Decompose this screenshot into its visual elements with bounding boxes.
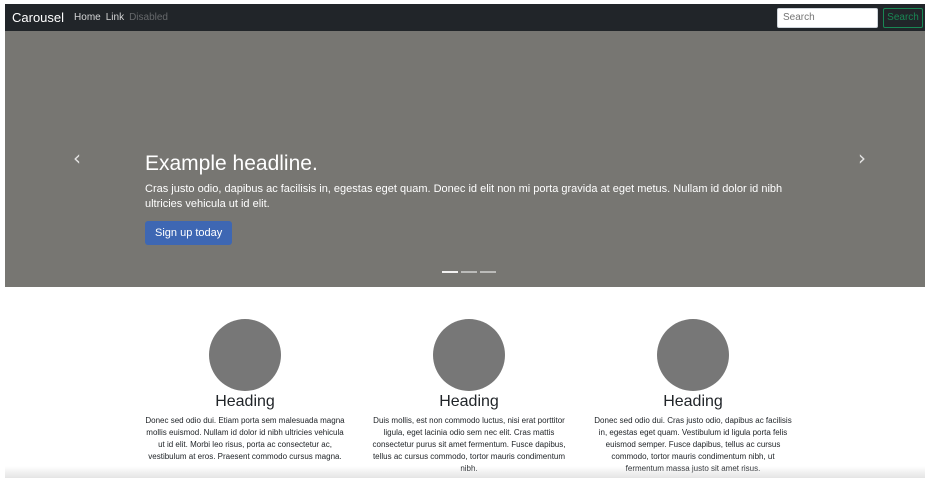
nav-link-home[interactable]: Home	[74, 12, 101, 23]
hero-carousel: ‹ › Example headline. Cras justo odio, d…	[5, 31, 925, 287]
bottom-fade	[5, 466, 925, 478]
navbar-brand[interactable]: Carousel	[12, 10, 64, 25]
marketing-column: Heading Duis mollis, est non commodo luc…	[369, 319, 569, 475]
carousel-indicator-3[interactable]	[480, 271, 496, 273]
navbar: Carousel Home Link Disabled Search	[5, 4, 925, 31]
chevron-left-icon: ‹	[73, 146, 81, 170]
carousel-next-button[interactable]: ›	[854, 147, 870, 169]
marketing-column: Heading Donec sed odio dui. Cras justo o…	[593, 319, 793, 475]
nav-link-disabled: Disabled	[129, 12, 168, 23]
placeholder-circle	[433, 319, 505, 391]
column-heading: Heading	[439, 393, 499, 410]
placeholder-circle	[657, 319, 729, 391]
carousel-indicator-1[interactable]	[442, 271, 458, 273]
search-input[interactable]	[777, 7, 878, 28]
marketing-column: Heading Donec sed odio dui. Etiam porta …	[145, 319, 345, 463]
carousel-caption: Example headline. Cras justo odio, dapib…	[145, 152, 785, 245]
carousel-headline: Example headline.	[145, 152, 318, 175]
carousel-prev-button[interactable]: ‹	[69, 147, 85, 169]
nav-link-link[interactable]: Link	[106, 12, 124, 23]
column-heading: Heading	[215, 393, 275, 410]
carousel-text: Cras justo odio, dapibus ac facilisis in…	[145, 183, 783, 210]
column-heading: Heading	[663, 393, 723, 410]
search-button[interactable]: Search	[883, 7, 923, 28]
carousel-indicators	[442, 271, 496, 273]
column-text: Donec sed odio dui. Etiam porta sem male…	[145, 416, 345, 461]
chevron-right-icon: ›	[858, 146, 866, 170]
marketing-section: Heading Donec sed odio dui. Etiam porta …	[5, 287, 925, 478]
carousel-indicator-2[interactable]	[461, 271, 477, 273]
placeholder-circle	[209, 319, 281, 391]
sign-up-button[interactable]: Sign up today	[145, 221, 233, 245]
